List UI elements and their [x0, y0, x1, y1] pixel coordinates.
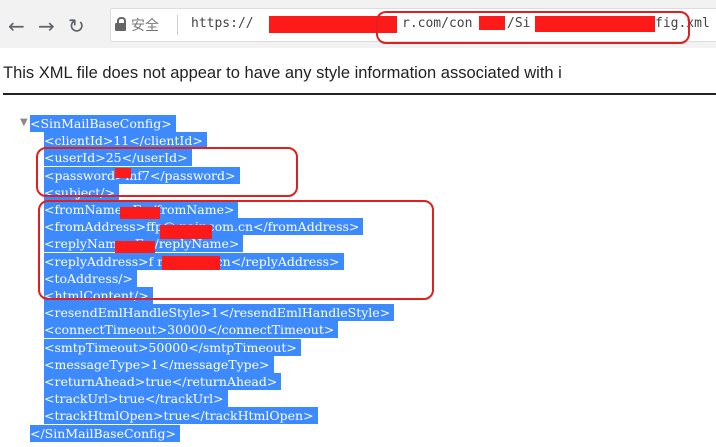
address-highlight-outline	[38, 200, 434, 300]
xml-element-line: <smtpTimeout>50000</smtpTimeout>	[44, 338, 301, 356]
notice-divider	[3, 93, 716, 95]
forward-arrow-icon[interactable]: →	[38, 16, 55, 36]
url-scheme: https://	[191, 16, 254, 31]
address-separator	[177, 15, 178, 35]
xml-element-line: <returnAhead>true</returnAhead>	[44, 373, 282, 390]
back-arrow-icon[interactable]: ←	[8, 16, 25, 36]
xml-element-line: <trackUrl>true</trackUrl>	[44, 390, 228, 408]
xml-root-tag: </SinMailBaseConfig>	[30, 424, 180, 442]
collapse-triangle-icon[interactable]: ▼	[20, 117, 28, 128]
xml-element-line: <connectTimeout>30000</connectTimeout>	[44, 321, 339, 339]
security-label: 安全	[131, 18, 159, 34]
xml-style-notice: This XML file does not appear to have an…	[3, 64, 562, 82]
xml-element-line: <messageType>1</messageType>	[44, 355, 274, 373]
credentials-highlight-outline	[36, 147, 298, 197]
xml-element-line: <trackHtmlOpen>true</trackHtmlOpen>	[44, 407, 318, 425]
lock-icon	[115, 17, 126, 31]
url-highlight-outline	[376, 11, 690, 44]
xml-root-tag: <SinMailBaseConfig>	[30, 115, 176, 132]
reload-icon[interactable]: ↻	[68, 16, 85, 36]
xml-element-line: <resendEmlHandleStyle>1</resendEmlHandle…	[44, 304, 395, 322]
